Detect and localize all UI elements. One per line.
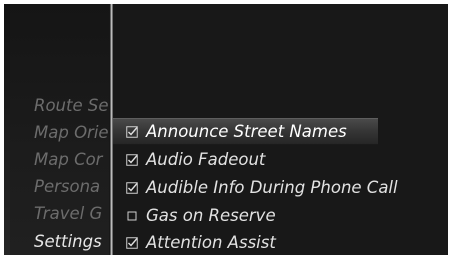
sidebar-menu: Route Se Map Orie Map Cor Persona Travel… xyxy=(10,4,109,255)
sidebar-item-map-content[interactable]: Map Cor xyxy=(34,148,102,172)
option-label: Audible Info During Phone Call xyxy=(146,178,398,197)
sidebar-item-settings[interactable]: Settings xyxy=(34,230,102,254)
option-attention-assist[interactable]: Attention Assist xyxy=(113,229,448,255)
settings-list: Announce Street Names Audio Fadeout Audi… xyxy=(113,4,448,255)
navigation-screen: Route Se Map Orie Map Cor Persona Travel… xyxy=(4,4,448,255)
checkbox-checked-icon xyxy=(126,153,138,166)
option-audio-fadeout[interactable]: Audio Fadeout xyxy=(113,146,448,173)
checkbox-unchecked-icon xyxy=(126,210,138,222)
option-label: Attention Assist xyxy=(146,233,276,252)
option-label: Gas on Reserve xyxy=(146,206,276,225)
checkbox-checked-icon xyxy=(126,236,138,249)
option-label: Audio Fadeout xyxy=(146,150,266,169)
option-label: Announce Street Names xyxy=(146,122,347,141)
checkbox-checked-icon xyxy=(126,125,138,138)
option-gas-on-reserve[interactable]: Gas on Reserve xyxy=(113,202,448,229)
sidebar-item-map-orientation[interactable]: Map Orie xyxy=(34,121,109,145)
option-announce-street-names[interactable]: Announce Street Names xyxy=(113,118,378,145)
sidebar-item-travel-guide[interactable]: Travel G xyxy=(34,202,102,226)
sidebar-item-route-settings[interactable]: Route Se xyxy=(34,94,109,118)
sidebar-item-personal[interactable]: Persona xyxy=(34,175,100,199)
option-audible-info-phone-call[interactable]: Audible Info During Phone Call xyxy=(113,174,448,201)
checkbox-checked-icon xyxy=(126,181,138,194)
